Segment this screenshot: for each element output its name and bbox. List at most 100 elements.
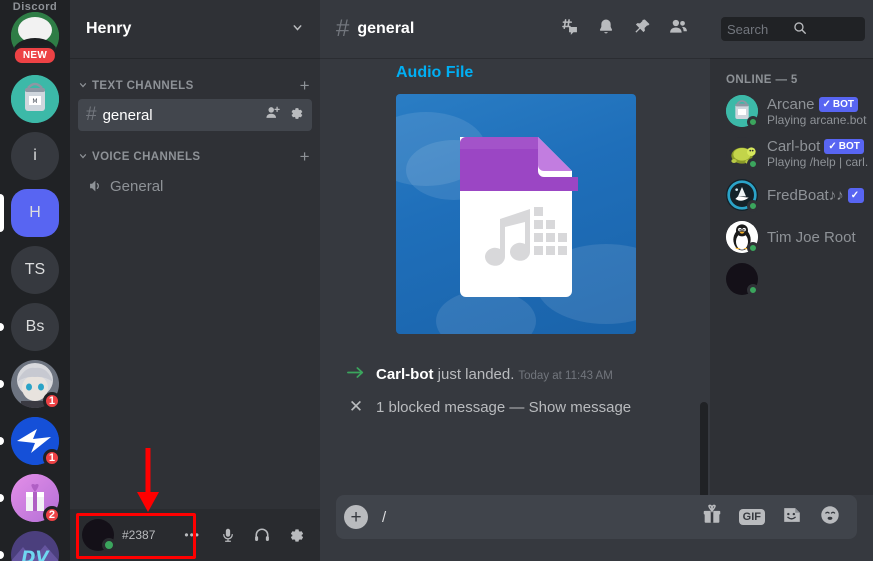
invite-member-icon[interactable] (265, 105, 281, 125)
member-name: Arcane (767, 95, 815, 113)
server-icon-arcane[interactable]: M (11, 75, 59, 123)
bot-badge: ✓ BOT (824, 138, 864, 154)
system-message-user[interactable]: Carl-bot (376, 366, 434, 383)
search-icon (793, 21, 859, 38)
speaker-icon (86, 177, 104, 195)
close-icon[interactable]: ✕ (336, 397, 376, 417)
server-icon-gift[interactable]: 2 (0, 474, 61, 524)
svg-text:M: M (32, 98, 37, 105)
server-label-bs: Bs (25, 318, 45, 335)
members-icon[interactable] (668, 16, 689, 42)
server-icon-ts[interactable]: TS (11, 246, 59, 294)
category-caret-icon (78, 80, 88, 92)
channel-settings-gear-icon[interactable] (289, 106, 304, 125)
hash-icon: # (86, 104, 97, 125)
channel-name-voice-general: General (110, 177, 164, 195)
bell-icon[interactable] (596, 17, 616, 42)
server-unread-pill-anime (0, 380, 4, 388)
server-badge-anime: 1 (42, 392, 61, 410)
online-status-dot (747, 200, 759, 212)
server-icon-h[interactable]: H (0, 189, 59, 237)
server-icon-bs[interactable]: Bs (0, 303, 59, 351)
member-name: Carl-bot (767, 137, 821, 155)
server-badge-gift: 2 (42, 506, 61, 524)
server-icon-blue[interactable]: 1 (0, 417, 61, 467)
sidebar-channel-general[interactable]: # general (78, 99, 312, 131)
server-label-ts: TS (24, 261, 46, 278)
avatar[interactable] (82, 519, 116, 552)
emoji-icon[interactable] (819, 504, 841, 531)
embed-title[interactable]: Audio File (396, 64, 694, 82)
server-unread-pill-bs (0, 323, 4, 331)
composer-wrapper: + / GIF (320, 495, 873, 561)
headphones-icon[interactable] (246, 519, 278, 551)
member-row-unnamed[interactable] (710, 258, 873, 300)
server-icon-dv[interactable]: DV NEW (0, 531, 59, 561)
user-name-truncated: ••• (184, 528, 200, 542)
category-caret-voice-icon (78, 151, 88, 163)
channel-name-general: general (102, 106, 153, 124)
member-list-header: ONLINE — 5 (726, 74, 798, 86)
bot-badge: ✓ (847, 187, 865, 203)
add-text-channel-icon[interactable]: + (300, 76, 310, 96)
system-message-timestamp: Today at 11:43 AM (518, 370, 613, 382)
server-icon-1[interactable]: NEW (11, 12, 59, 65)
member-row-fredboat[interactable]: FredBoat♪♪ ✓ (710, 174, 873, 216)
gif-button[interactable]: GIF (738, 508, 765, 526)
user-panel: #2387 ••• (70, 509, 320, 561)
bot-badge-label: BOT (838, 140, 860, 152)
gear-icon[interactable] (280, 519, 312, 551)
sidebar-channel-voice-general[interactable]: General (78, 170, 312, 202)
microphone-icon[interactable] (212, 519, 244, 551)
bot-check-icon: ✓ (822, 98, 831, 110)
message-scrollbar-thumb[interactable] (700, 402, 708, 495)
threads-icon[interactable] (559, 16, 580, 42)
user-tag: #2387 (122, 528, 156, 542)
join-arrow-icon (336, 366, 376, 379)
guild-name: Henry (86, 20, 132, 37)
avatar (726, 263, 759, 296)
message-list: MediaFire Audio File (320, 58, 710, 479)
system-message-join: Carl-bot just landed. Today at 11:43 AM (336, 356, 694, 385)
message-scrollbar-track[interactable] (700, 62, 708, 495)
discord-app: Discord NEW M i H TS Bs 1 1 2 DV Henry T… (0, 0, 873, 561)
chevron-down-icon (291, 21, 304, 37)
topbar-hash-icon: # (336, 15, 350, 42)
avatar (726, 179, 759, 212)
server-unread-pill-blue (0, 437, 4, 445)
bot-badge: ✓ BOT (818, 96, 859, 112)
member-list: ONLINE — 5 Arcane ✓ BOT Playing arcane.b… (710, 58, 873, 495)
channel-topbar: # general Search (320, 0, 873, 58)
guild-header[interactable]: Henry (70, 0, 320, 58)
member-name: FredBoat♪♪ (767, 186, 844, 204)
online-status-dot (747, 158, 759, 170)
sticker-icon[interactable] (781, 504, 803, 531)
server-icon-i[interactable]: i (11, 132, 59, 180)
search-input[interactable]: Search (721, 17, 865, 41)
show-message-link[interactable]: Show message (529, 399, 632, 416)
category-text-channels[interactable]: TEXT CHANNELS + (70, 74, 320, 98)
member-row-tim-joe-root[interactable]: Tim Joe Root (710, 216, 873, 258)
avatar (726, 137, 759, 170)
gift-icon[interactable] (701, 504, 723, 531)
attach-file-button[interactable]: + (344, 505, 368, 529)
embed-image[interactable] (396, 94, 636, 334)
message-composer[interactable]: + / GIF (336, 495, 857, 539)
audio-file-icon (460, 137, 578, 297)
add-voice-channel-icon[interactable]: + (300, 147, 310, 167)
system-message-text: Carl-bot just landed. Today at 11:43 AM (376, 366, 613, 383)
page-title: general (357, 20, 415, 37)
system-message-body: just landed. (433, 366, 515, 383)
pin-icon[interactable] (632, 17, 652, 42)
server-label-h: H (29, 204, 41, 221)
message-input[interactable]: / (376, 509, 693, 526)
channel-list: TEXT CHANNELS + # general VOICE CHANNELS… (70, 58, 320, 509)
member-row-carl-bot[interactable]: Carl-bot ✓ BOT Playing /help | carl. (710, 132, 873, 174)
category-voice-channels[interactable]: VOICE CHANNELS + (70, 145, 320, 169)
member-row-arcane[interactable]: Arcane ✓ BOT Playing arcane.bot (710, 90, 873, 132)
online-status-dot (747, 284, 759, 296)
message-scroller: MediaFire Audio File (320, 58, 710, 495)
current-user-area[interactable]: #2387 ••• (78, 517, 210, 553)
server-icon-anime[interactable]: 1 (0, 360, 61, 410)
bot-check-icon: ✓ (850, 189, 860, 201)
